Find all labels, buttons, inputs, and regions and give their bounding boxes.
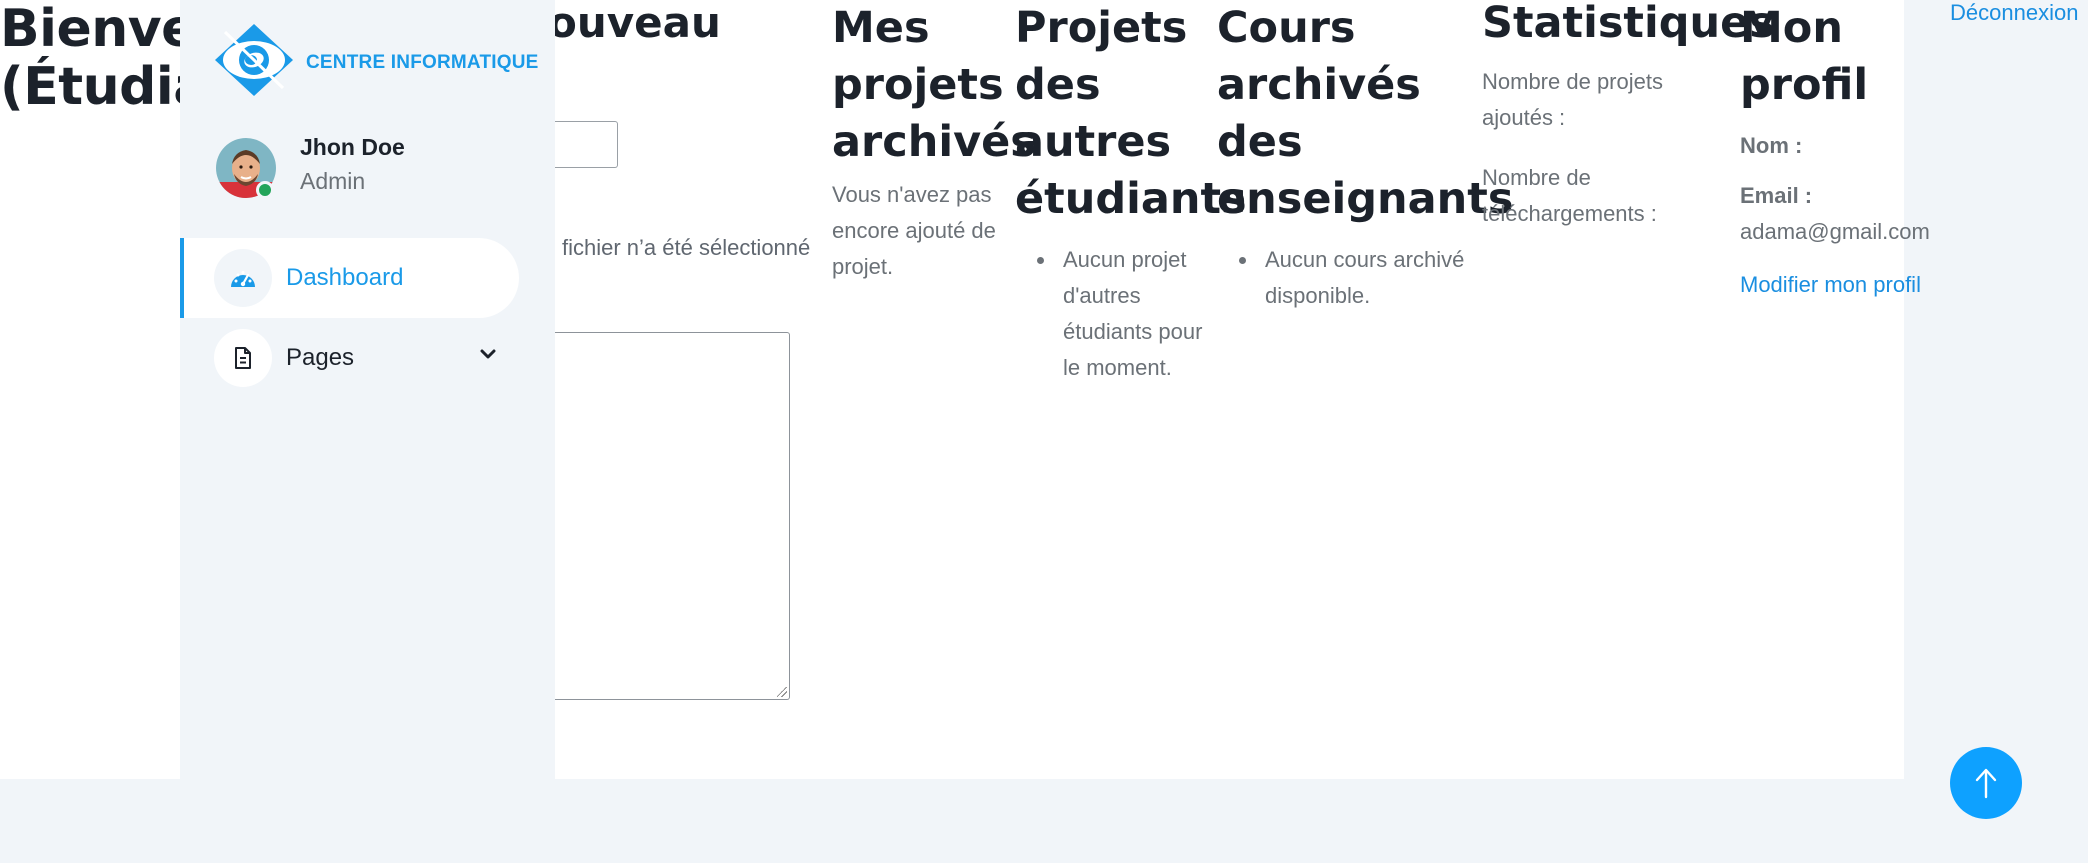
brand-logo-icon	[215, 24, 293, 96]
brand-name: CENTRE INFORMATIQUE	[306, 52, 539, 73]
list-item: Aucun projet d'autres étudiants pour le …	[1015, 242, 1220, 386]
profile-name-row: Nom :	[1740, 128, 1980, 164]
profile-email-label: Email :	[1740, 183, 1813, 208]
document-icon	[214, 329, 272, 387]
logout-link[interactable]: Déconnexion	[1950, 0, 2078, 26]
profile-title: Mon profil	[1740, 3, 1869, 110]
arrow-up-icon	[1975, 768, 1997, 799]
archived-projects-section: Mes projets archivés Vous n'avez pas enc…	[832, 0, 1036, 285]
profile-email-value: adama@gmail.com	[1740, 219, 1930, 244]
statistics-title: Statistiques	[1482, 0, 1775, 48]
resize-grip-icon[interactable]	[777, 687, 787, 697]
speedometer-icon	[214, 249, 272, 307]
sidebar-item-label: Dashboard	[286, 264, 404, 291]
archived-projects-empty: Vous n'avez pas encore ajouté de projet.	[832, 182, 996, 279]
user-role: Admin	[300, 168, 366, 194]
downloads-count-label: Nombre de téléchargements :	[1482, 165, 1657, 226]
file-status-text: fichier n’a été sélectionné	[562, 235, 811, 260]
online-status-badge	[256, 181, 274, 199]
sidebar-item-pages[interactable]: Pages	[180, 318, 519, 398]
statistics-section: Statistiques Nombre de projets ajoutés :…	[1482, 0, 1775, 232]
profile-name-label: Nom :	[1740, 133, 1803, 158]
other-students-list: Aucun projet d'autres étudiants pour le …	[1015, 242, 1220, 386]
profile-email-row: Email : adama@gmail.com	[1740, 178, 1980, 250]
new-project-title: ouveau	[548, 0, 721, 47]
other-students-title: Projets des autres étudiants	[1015, 3, 1247, 224]
sidebar-item-dashboard[interactable]: Dashboard	[180, 238, 519, 318]
archived-courses-list: Aucun cours archivé disponible.	[1217, 242, 1487, 314]
archived-courses-title: Cours archivés des enseignants	[1217, 3, 1514, 224]
scroll-to-top-button[interactable]	[1950, 747, 2022, 819]
project-title-input[interactable]	[548, 121, 618, 168]
welcome-title: Bienve (Étudia	[0, 0, 208, 117]
chevron-down-icon[interactable]	[480, 348, 496, 360]
sidebar: CENTRE INFORMATIQUE Jhon Doe Admin Dashb…	[180, 0, 555, 779]
other-students-section: Projets des autres étudiants Aucun proje…	[1015, 0, 1247, 386]
profile-section: Mon profil Nom : Email : adama@gmail.com…	[1740, 0, 1980, 298]
list-item: Aucun cours archivé disponible.	[1217, 242, 1487, 314]
project-description-textarea[interactable]	[548, 332, 790, 700]
archived-courses-section: Cours archivés des enseignants Aucun cou…	[1217, 0, 1514, 314]
archived-projects-title: Mes projets archivés	[832, 3, 1036, 167]
edit-profile-link[interactable]: Modifier mon profil	[1740, 272, 1921, 298]
sidebar-item-label: Pages	[286, 344, 355, 371]
projects-count-label: Nombre de projets ajoutés :	[1482, 69, 1663, 130]
user-name: Jhon Doe	[300, 134, 405, 160]
